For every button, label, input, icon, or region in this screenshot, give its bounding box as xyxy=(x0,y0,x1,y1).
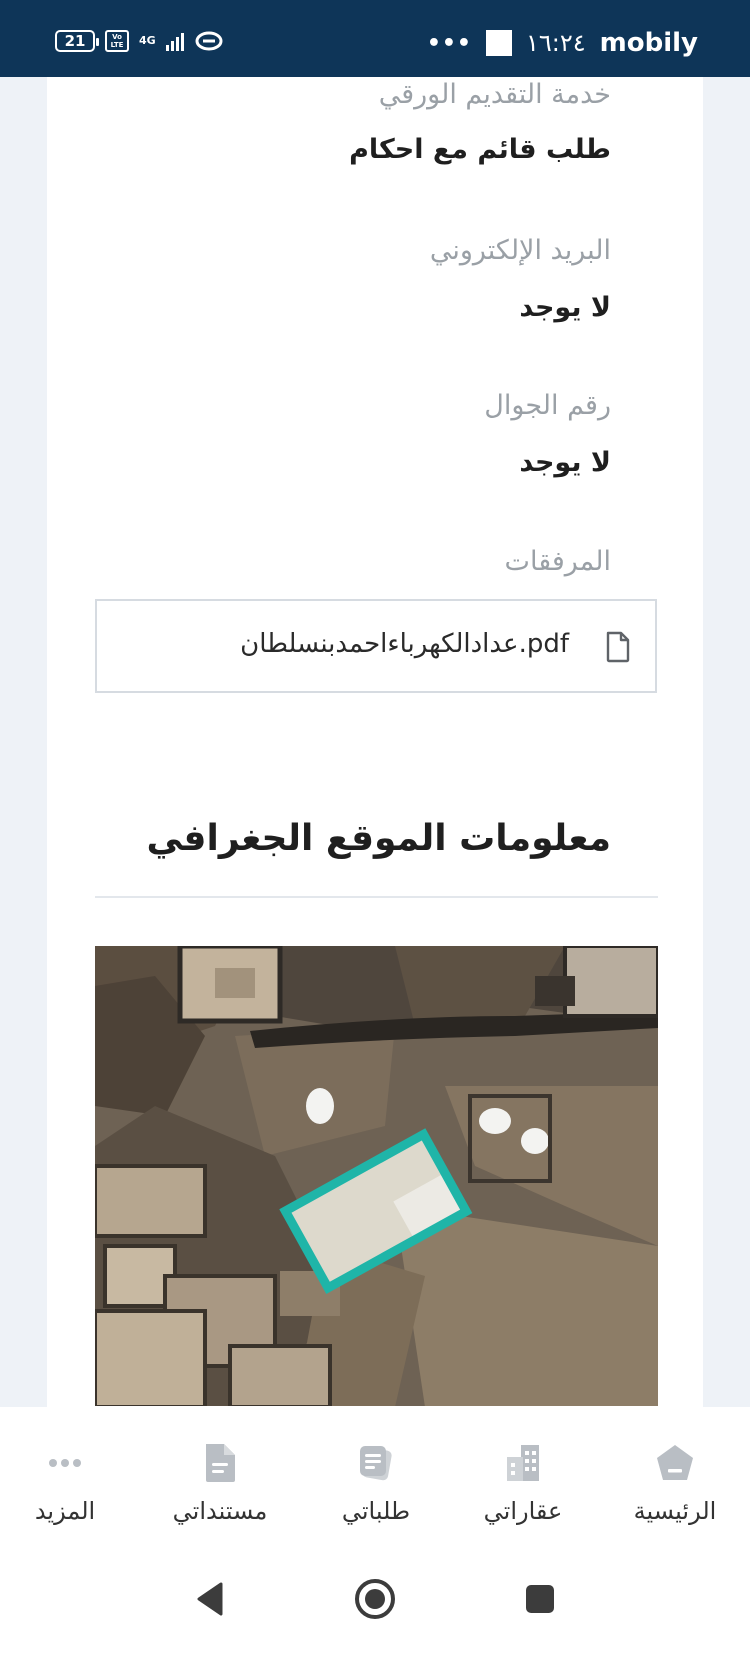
nav-item-more[interactable]: المزيد xyxy=(0,1441,130,1525)
nav-label-requests: طلباتي xyxy=(341,1497,411,1525)
mobile-label: رقم الجوال xyxy=(484,390,611,421)
status-icons-left: 21 Vo LTE 4G xyxy=(55,30,224,52)
requests-icon xyxy=(360,1446,392,1481)
home-circle-icon xyxy=(355,1579,395,1619)
nav-label-properties: عقاراتي xyxy=(483,1497,563,1525)
back-button[interactable] xyxy=(180,1569,240,1629)
recents-square-icon xyxy=(526,1585,554,1613)
status-bar: 21 Vo LTE 4G ••• ١٦:٢٤ mobily xyxy=(0,0,750,77)
nav-item-requests[interactable]: طلباتي xyxy=(311,1441,441,1525)
bottom-navigation: الرئيسية عقاراتي طلباتي مستنداتي المزيد xyxy=(0,1407,750,1547)
notification-square-icon xyxy=(486,30,512,56)
status-icons-right: ••• ١٦:٢٤ mobily xyxy=(427,28,698,58)
signal-icon xyxy=(165,31,184,51)
nav-label-more: المزيد xyxy=(34,1497,96,1525)
attachments-label: المرفقات xyxy=(504,546,611,577)
details-card: خدمة التقديم الورقي طلب قائم مع احكام ال… xyxy=(47,77,703,1407)
geo-section-title: معلومات الموقع الجغرافي xyxy=(146,818,611,859)
notification-dots: ••• xyxy=(426,30,472,56)
nav-item-home[interactable]: الرئيسية xyxy=(610,1441,740,1525)
recents-button[interactable] xyxy=(510,1569,570,1629)
nav-label-documents: مستنداتي xyxy=(172,1497,268,1525)
nav-label-home: الرئيسية xyxy=(633,1497,717,1525)
network-type: 4G xyxy=(139,34,156,47)
email-label: البريد الإلكتروني xyxy=(429,235,611,266)
link-icon xyxy=(195,31,223,51)
more-dots-icon xyxy=(49,1459,81,1467)
file-icon xyxy=(606,631,630,663)
section-divider xyxy=(95,896,658,898)
home-button[interactable] xyxy=(345,1569,405,1629)
attachment-filename: عدادالكهرباءاحمدبنسلطان.pdf xyxy=(240,629,569,659)
battery-level: 21 xyxy=(64,32,86,50)
attachment-item[interactable]: عدادالكهرباءاحمدبنسلطان.pdf xyxy=(95,599,657,693)
satellite-map[interactable] xyxy=(95,946,658,1406)
system-navigation-bar xyxy=(0,1547,750,1666)
back-triangle-icon xyxy=(197,1582,223,1616)
document-icon xyxy=(206,1444,235,1482)
battery-icon: 21 xyxy=(55,30,99,52)
email-value: لا يوجد xyxy=(519,292,611,323)
carrier-name: mobily xyxy=(599,28,698,58)
nav-item-properties[interactable]: عقاراتي xyxy=(458,1441,588,1525)
volte-icon: Vo LTE xyxy=(105,30,129,52)
paper-service-label: خدمة التقديم الورقي xyxy=(378,79,611,110)
buildings-icon xyxy=(507,1445,539,1481)
map-image xyxy=(95,946,658,1406)
nav-item-documents[interactable]: مستنداتي xyxy=(155,1441,285,1525)
clock: ١٦:٢٤ xyxy=(526,29,586,57)
paper-service-value: طلب قائم مع احكام xyxy=(349,134,611,165)
home-icon xyxy=(657,1445,693,1480)
mobile-value: لا يوجد xyxy=(519,447,611,478)
